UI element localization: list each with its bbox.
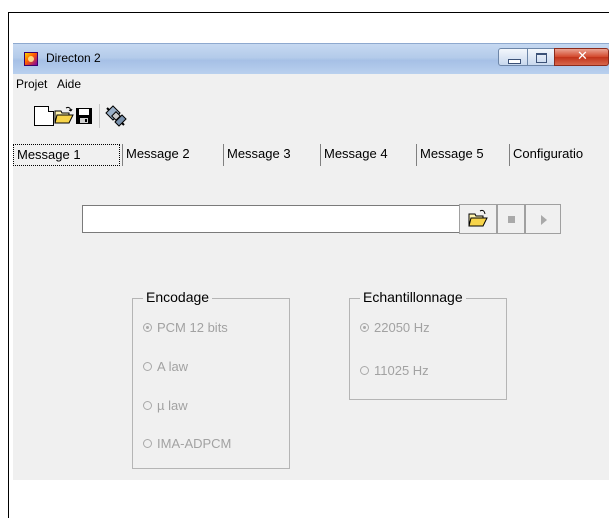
menu-projet[interactable]: Projet	[16, 77, 47, 91]
tab-message-5[interactable]: Message 5	[420, 144, 509, 166]
echantillonnage-group: Echantillonnage 22050 Hz 11025 Hz	[349, 289, 507, 400]
encodage-title: Encodage	[143, 289, 213, 305]
tab-separator	[509, 144, 510, 166]
radio-label: PCM 12 bits	[157, 320, 228, 335]
radio-icon	[360, 366, 369, 376]
title-bar[interactable]: Directon 2	[13, 43, 609, 74]
tab-message-2[interactable]: Message 2	[126, 144, 224, 166]
tab-strip: Message 1 Message 2 Message 3 Message 4 …	[13, 136, 609, 170]
tab-configuration[interactable]: Configuratio	[513, 144, 609, 166]
maximize-button[interactable]	[527, 48, 555, 66]
tab-message-1[interactable]: Message 1	[13, 144, 120, 166]
new-file-icon[interactable]	[34, 106, 54, 126]
message-panel: Encodage PCM 12 bits A law µ law IMA-ADP…	[13, 170, 609, 480]
radio-selected-icon	[360, 323, 369, 333]
tab-separator	[122, 144, 123, 166]
radio-label: A law	[157, 359, 189, 374]
browse-button[interactable]	[459, 204, 497, 234]
toolbar	[13, 96, 609, 136]
toolbar-separator	[99, 104, 100, 128]
save-disk-icon[interactable]	[74, 106, 94, 126]
radio-icon	[143, 401, 152, 411]
app-icon	[24, 52, 38, 66]
satellite-icon[interactable]	[104, 104, 128, 128]
menu-bar: Projet Aide	[13, 74, 609, 97]
open-folder-icon[interactable]	[54, 106, 74, 126]
radio-label: µ law	[157, 398, 188, 413]
radio-label: 22050 Hz	[374, 320, 430, 335]
echantillonnage-title: Echantillonnage	[360, 289, 466, 305]
radio-mu-law[interactable]: µ law	[143, 398, 188, 413]
radio-22050-hz[interactable]: 22050 Hz	[360, 320, 430, 335]
radio-a-law[interactable]: A law	[143, 359, 188, 374]
radio-11025-hz[interactable]: 11025 Hz	[360, 363, 429, 378]
tab-separator	[223, 144, 224, 166]
radio-icon	[143, 362, 152, 372]
radio-label: IMA-ADPCM	[157, 436, 232, 451]
minimize-button[interactable]	[498, 48, 528, 66]
encodage-group: Encodage PCM 12 bits A law µ law IMA-ADP…	[132, 289, 290, 469]
file-path-input[interactable]	[82, 205, 467, 233]
stop-button[interactable]	[497, 204, 525, 234]
menu-aide[interactable]: Aide	[57, 77, 81, 91]
tab-separator	[320, 144, 321, 166]
radio-icon	[143, 439, 152, 449]
tab-message-3[interactable]: Message 3	[227, 144, 321, 166]
radio-pcm-12-bits[interactable]: PCM 12 bits	[143, 320, 228, 335]
window-title: Directon 2	[46, 51, 101, 65]
close-button[interactable]	[554, 48, 609, 66]
open-folder-icon	[468, 209, 488, 227]
radio-label: 11025 Hz	[374, 363, 429, 378]
play-button[interactable]	[525, 204, 561, 234]
radio-selected-icon	[143, 323, 152, 333]
tab-separator	[416, 144, 417, 166]
play-icon	[541, 215, 547, 225]
radio-ima-adpcm[interactable]: IMA-ADPCM	[143, 436, 231, 451]
stop-icon	[508, 216, 515, 223]
tab-message-4[interactable]: Message 4	[324, 144, 417, 166]
